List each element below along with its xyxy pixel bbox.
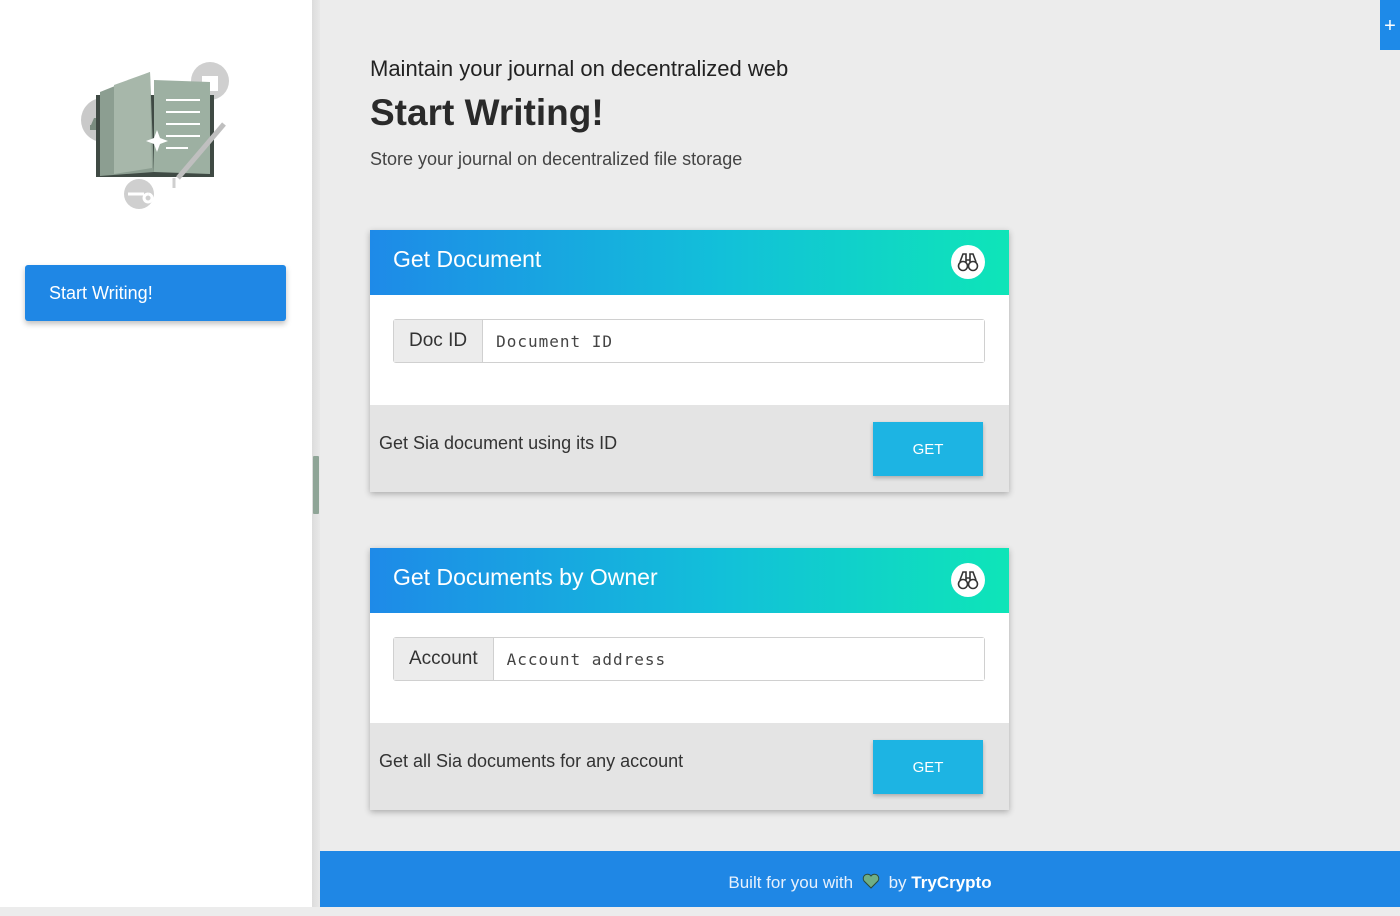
card-title: Get Documents by Owner — [393, 564, 658, 590]
card-title: Get Document — [393, 246, 542, 272]
sidebar: Start Writing! — [0, 0, 312, 907]
card-header: Get Document — [370, 230, 1009, 295]
get-document-card: Get Document Doc ID Get Sia document usi… — [370, 230, 1009, 492]
main-content: Maintain your journal on decentralized w… — [320, 0, 1400, 851]
trycrypto-link[interactable]: TryCrypto — [911, 873, 991, 892]
account-label: Account — [394, 638, 494, 680]
footer-text: Built for you with — [728, 873, 854, 892]
page-subtitle: Maintain your journal on decentralized w… — [370, 56, 789, 81]
card-description: Get all Sia documents for any account — [379, 751, 684, 771]
card-description: Get Sia document using its ID — [379, 433, 618, 453]
card-body: Account — [370, 613, 1009, 723]
journal-logo-icon — [81, 62, 229, 209]
get-document-button[interactable]: GET — [873, 422, 983, 476]
card-footer: Get Sia document using its ID GET — [370, 405, 1009, 492]
account-address-input[interactable] — [493, 638, 984, 680]
doc-id-input-group: Doc ID — [393, 319, 985, 363]
get-documents-by-owner-button[interactable]: GET — [873, 740, 983, 794]
plus-icon[interactable]: + — [1380, 0, 1400, 50]
card-header: Get Documents by Owner — [370, 548, 1009, 613]
binoculars-icon — [951, 245, 985, 279]
footer-by-text: by — [888, 873, 907, 892]
card-body: Doc ID — [370, 295, 1009, 405]
sidebar-resize-handle[interactable] — [313, 456, 319, 514]
page-footer: Built for you with by TryCrypto — [320, 851, 1400, 907]
page-title: Start Writing! — [370, 92, 604, 133]
binoculars-icon — [951, 563, 985, 597]
heart-icon — [862, 852, 880, 916]
doc-id-label: Doc ID — [394, 320, 484, 362]
doc-id-input[interactable] — [483, 320, 984, 362]
get-documents-by-owner-card: Get Documents by Owner Account Get all S… — [370, 548, 1009, 810]
card-footer: Get all Sia documents for any account GE… — [370, 723, 1009, 810]
start-writing-nav-button[interactable]: Start Writing! — [25, 265, 286, 321]
sidebar-divider — [312, 0, 320, 907]
account-input-group: Account — [393, 637, 985, 681]
page-lead: Store your journal on decentralized file… — [370, 149, 743, 169]
